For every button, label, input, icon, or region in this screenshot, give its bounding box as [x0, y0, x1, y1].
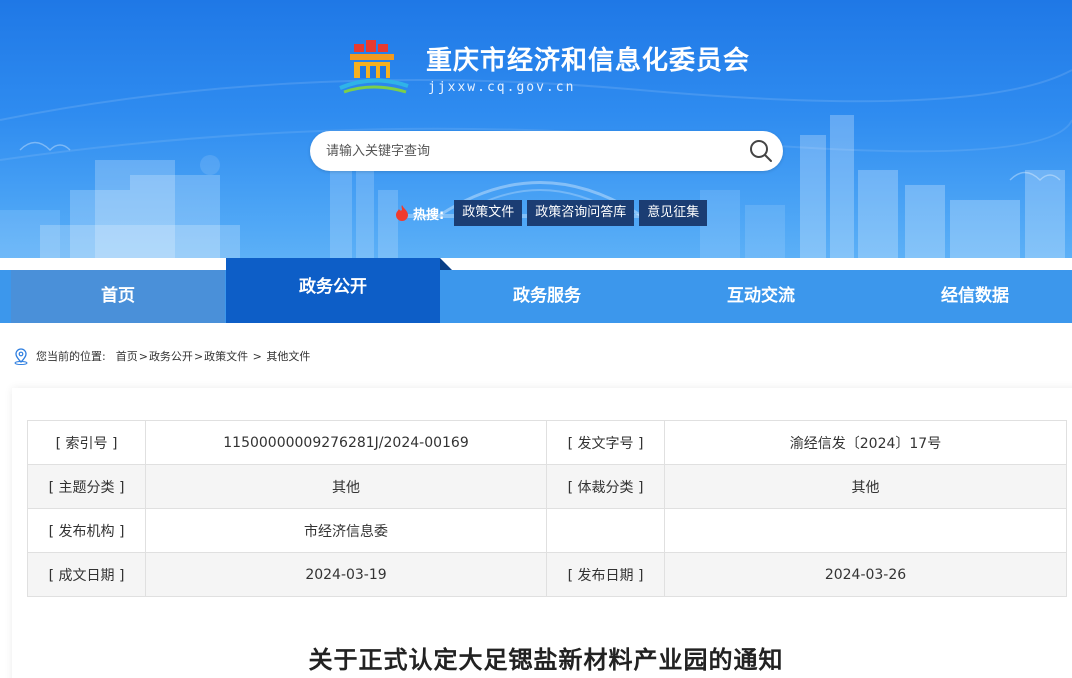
nav-economic-data[interactable]: 经信数据 [868, 270, 1072, 323]
empty-cell [546, 508, 665, 553]
breadcrumb-government-affairs[interactable]: 政务公开 [149, 348, 193, 364]
page: 重庆市经济和信息化委员会 jjxxw.cq.gov.cn 热搜: 政策文件 政策… [0, 0, 1072, 678]
breadcrumb-other-files[interactable]: 其他文件 [266, 348, 310, 364]
value-publishing-agency: 市经济信息委 [145, 508, 547, 553]
label-publish-date: [ 发布日期 ] [546, 552, 665, 597]
hot-tag-policy-qa[interactable]: 政策咨询问答库 [527, 200, 635, 226]
nav-active-fold [440, 258, 452, 270]
breadcrumb-home[interactable]: 首页 [116, 348, 138, 364]
government-logo [339, 40, 409, 94]
value-genre-category: 其他 [664, 464, 1067, 509]
breadcrumb-policy-files[interactable]: 政策文件 [204, 348, 248, 364]
nav-government-services[interactable]: 政务服务 [440, 270, 654, 323]
breadcrumb-prefix: 您当前的位置: [36, 350, 106, 363]
site-title: 重庆市经济和信息化委员会 [426, 46, 751, 76]
value-document-number: 渝经信发〔2024〕17号 [664, 420, 1067, 465]
hot-search: 热搜: 政策文件 政策咨询问答库 意见征集 [394, 200, 712, 226]
label-written-date: [ 成文日期 ] [27, 552, 146, 597]
label-index-number: [ 索引号 ] [27, 420, 146, 465]
nav-government-affairs-open[interactable]: 政务公开 [226, 258, 440, 323]
value-publish-date: 2024-03-26 [664, 552, 1067, 597]
main-nav: 首页 政务公开 政务服务 互动交流 经信数据 [0, 258, 1072, 323]
value-index-number: 11500000009276281J/2024-00169 [145, 420, 547, 465]
breadcrumb: 您当前的位置: 首页 > 政务公开 > 政策文件 > 其他文件 [12, 346, 310, 366]
fire-icon [396, 205, 408, 221]
hot-tag-opinion-collection[interactable]: 意见征集 [639, 200, 708, 226]
search-bar [310, 131, 783, 171]
nav-interaction[interactable]: 互动交流 [654, 270, 868, 323]
search-icon[interactable] [747, 137, 775, 165]
breadcrumb-separator: > [249, 349, 266, 363]
nav-home[interactable]: 首页 [11, 270, 225, 323]
table-row: [ 发布机构 ] 市经济信息委 [27, 508, 1067, 553]
document-title: 关于正式认定大足锶盐新材料产业园的通知 [308, 646, 784, 674]
search-input[interactable] [310, 131, 740, 171]
label-document-number: [ 发文字号 ] [546, 420, 665, 465]
table-row: [ 主题分类 ] 其他 [ 体裁分类 ] 其他 [27, 464, 1067, 509]
label-publishing-agency: [ 发布机构 ] [27, 508, 146, 553]
label-subject-category: [ 主题分类 ] [27, 464, 146, 509]
breadcrumb-separator: > [138, 349, 148, 363]
value-subject-category: 其他 [145, 464, 547, 509]
site-domain: jjxxw.cq.gov.cn [428, 80, 576, 95]
table-row: [ 成文日期 ] 2024-03-19 [ 发布日期 ] 2024-03-26 [27, 552, 1067, 597]
header-banner: 重庆市经济和信息化委员会 jjxxw.cq.gov.cn 热搜: 政策文件 政策… [0, 0, 1072, 258]
hot-tag-policy-files[interactable]: 政策文件 [454, 200, 523, 226]
document-metadata-table: [ 索引号 ] 11500000009276281J/2024-00169 [ … [27, 420, 1067, 597]
hot-search-label: 热搜: [413, 207, 445, 223]
location-pin-icon [14, 348, 28, 365]
value-written-date: 2024-03-19 [145, 552, 547, 597]
label-genre-category: [ 体裁分类 ] [546, 464, 665, 509]
breadcrumb-separator: > [193, 349, 204, 363]
empty-cell [664, 508, 1067, 553]
table-row: [ 索引号 ] 11500000009276281J/2024-00169 [ … [27, 420, 1067, 465]
